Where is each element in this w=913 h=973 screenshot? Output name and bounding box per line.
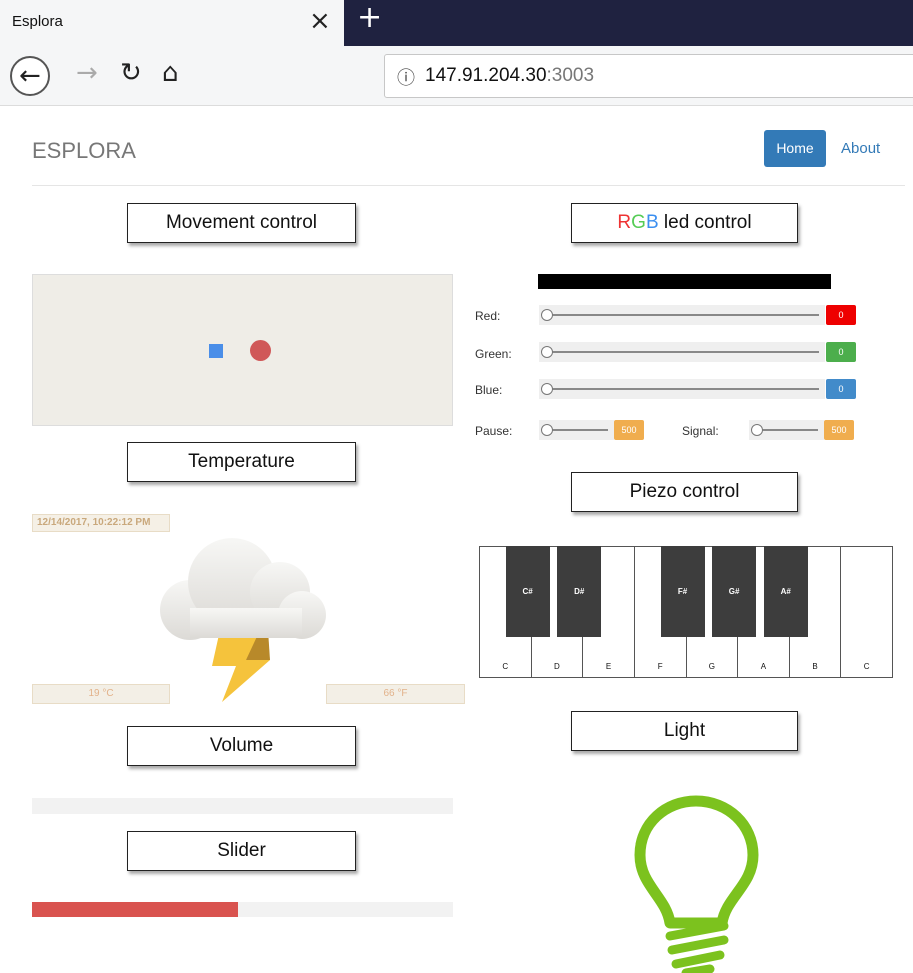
browser-tab-bar: Esplora × + bbox=[0, 0, 913, 46]
signal-slider-thumb[interactable] bbox=[751, 424, 763, 436]
green-slider[interactable] bbox=[539, 342, 825, 362]
slider-progress-fill bbox=[32, 902, 239, 917]
piano-black-key[interactable]: D# bbox=[557, 546, 602, 637]
blue-slider[interactable] bbox=[539, 379, 825, 399]
red-label: Red: bbox=[475, 309, 501, 323]
back-button[interactable]: ← bbox=[10, 56, 50, 96]
green-slider-thumb[interactable] bbox=[541, 346, 553, 358]
forward-arrow-icon[interactable]: → bbox=[76, 58, 98, 88]
rgb-heading-r: R bbox=[617, 212, 632, 233]
rgb-heading-g: G bbox=[631, 212, 646, 233]
new-tab-icon[interactable]: + bbox=[357, 0, 382, 35]
signal-value-badge: 500 bbox=[824, 420, 854, 440]
piano-key-label: E bbox=[605, 662, 612, 671]
red-value-badge: 0 bbox=[826, 305, 856, 325]
piano-black-key[interactable]: C# bbox=[505, 546, 550, 637]
url-host: 147.91.204.30 bbox=[425, 65, 547, 86]
blue-slider-thumb[interactable] bbox=[541, 383, 553, 395]
movement-target-square bbox=[209, 344, 223, 358]
piano-black-key[interactable]: A# bbox=[763, 546, 808, 637]
piezo-heading: Piezo control bbox=[571, 472, 798, 512]
url-port: :3003 bbox=[546, 65, 595, 86]
home-icon[interactable]: ⌂ bbox=[162, 58, 179, 88]
signal-label: Signal: bbox=[682, 424, 719, 438]
pause-label: Pause: bbox=[475, 424, 513, 438]
piano-white-key[interactable]: C bbox=[840, 546, 893, 678]
tab-title: Esplora bbox=[12, 13, 63, 30]
light-bulb-icon bbox=[634, 795, 759, 973]
temperature-heading: Temperature bbox=[127, 442, 356, 482]
address-bar[interactable]: ⓘ 147.91.204.30:3003 bbox=[384, 54, 913, 98]
light-heading: Light bbox=[571, 711, 798, 751]
pause-value-badge: 500 bbox=[614, 420, 644, 440]
home-nav-button[interactable]: Home bbox=[764, 130, 826, 167]
url-text: 147.91.204.30:3003 bbox=[425, 65, 594, 87]
close-tab-icon[interactable]: × bbox=[309, 6, 331, 36]
rgb-heading: RGB led control bbox=[571, 203, 798, 243]
piano-keyboard: C D E F G A B C C# D# F# G# A# bbox=[479, 546, 893, 678]
piano-key-label: C bbox=[502, 662, 509, 671]
temperature-celsius: 19 °C bbox=[32, 684, 170, 704]
storm-cloud-icon bbox=[160, 538, 326, 702]
piano-black-key[interactable]: F# bbox=[660, 546, 705, 637]
movement-area bbox=[32, 274, 453, 426]
piano-key-label: C bbox=[863, 662, 870, 671]
piano-key-label: G bbox=[708, 662, 715, 671]
piano-key-label: A bbox=[760, 662, 767, 671]
rgb-color-preview bbox=[538, 274, 831, 289]
volume-heading: Volume bbox=[127, 726, 356, 766]
back-arrow-icon: ← bbox=[19, 61, 41, 91]
blue-value-badge: 0 bbox=[826, 379, 856, 399]
browser-toolbar: ← → ↻ ⌂ ⓘ 147.91.204.30:3003 bbox=[0, 46, 913, 106]
slider-heading: Slider bbox=[127, 831, 356, 871]
movement-cursor-dot bbox=[250, 340, 271, 361]
info-icon[interactable]: ⓘ bbox=[397, 64, 415, 90]
browser-tab[interactable]: Esplora × bbox=[0, 0, 344, 46]
slider-progress-bar bbox=[32, 902, 453, 917]
piano-key-label: D# bbox=[574, 587, 585, 596]
volume-bar bbox=[32, 798, 453, 814]
temperature-fahrenheit: 66 °F bbox=[326, 684, 465, 704]
pause-slider[interactable] bbox=[539, 420, 614, 440]
piano-key-label: A# bbox=[780, 587, 791, 596]
reload-icon[interactable]: ↻ bbox=[120, 58, 142, 88]
piano-key-label: B bbox=[812, 662, 818, 671]
signal-slider[interactable] bbox=[749, 420, 824, 440]
red-slider-thumb[interactable] bbox=[541, 309, 553, 321]
red-slider[interactable] bbox=[539, 305, 825, 325]
green-label: Green: bbox=[475, 347, 512, 361]
piano-key-label: D bbox=[554, 662, 560, 671]
movement-heading: Movement control bbox=[127, 203, 356, 243]
header-divider bbox=[32, 185, 905, 186]
blue-label: Blue: bbox=[475, 383, 503, 397]
brand-title[interactable]: ESPLORA bbox=[32, 138, 136, 164]
rgb-heading-b: B bbox=[645, 212, 659, 233]
green-value-badge: 0 bbox=[826, 342, 856, 362]
piano-key-label: F bbox=[657, 662, 663, 671]
piano-black-key[interactable]: G# bbox=[712, 546, 757, 637]
piano-key-label: F# bbox=[677, 587, 688, 596]
about-nav-link[interactable]: About bbox=[841, 140, 880, 157]
rgb-heading-rest: led control bbox=[658, 212, 752, 233]
piano-key-label: G# bbox=[728, 587, 740, 596]
pause-slider-thumb[interactable] bbox=[541, 424, 553, 436]
piano-key-label: C# bbox=[522, 587, 533, 596]
